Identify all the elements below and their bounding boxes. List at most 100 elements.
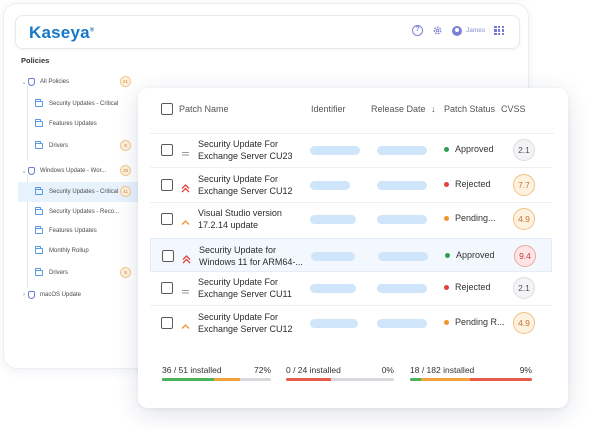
- tree-item-all-policies[interactable]: ⌄ All Policies 21: [20, 72, 138, 92]
- tree-item-windows-update[interactable]: ⌄ Windows Update - Wor... 29: [20, 161, 138, 181]
- patch-name[interactable]: Visual Studio version 17.2.14 update: [198, 208, 310, 231]
- table-row[interactable]: Security Update for Windows 11 for ARM64-…: [150, 238, 552, 272]
- row-checkbox[interactable]: [162, 250, 174, 262]
- install-progress-1: [162, 378, 271, 381]
- tree-item-drivers[interactable]: Drivers 9: [35, 136, 138, 156]
- status-dot-icon: [444, 181, 449, 187]
- count-badge: 41: [120, 186, 131, 197]
- select-all-checkbox[interactable]: [161, 103, 173, 115]
- patch-name-line-1: Visual Studio version: [198, 208, 282, 218]
- status-dot-icon: [444, 215, 449, 221]
- identifier-placeholder: [310, 146, 360, 155]
- user-name: James: [465, 27, 486, 34]
- tree-item-monthly-rollup[interactable]: Monthly Rollup: [35, 241, 138, 261]
- identifier-placeholder: [310, 284, 356, 293]
- release-date-placeholder: [377, 215, 427, 224]
- tree-item-features-updates[interactable]: Features Updates: [35, 114, 138, 134]
- patch-status: Rejected: [444, 179, 491, 189]
- patch-name-line-1: Security Update For: [198, 312, 279, 322]
- patch-name-line-1: Security Update For: [198, 174, 279, 184]
- table-row[interactable]: Security Update For Exchange Server CU12 P…: [150, 306, 552, 340]
- count-badge: 29: [120, 165, 131, 176]
- patch-status-label: Rejected: [455, 179, 491, 189]
- patch-name[interactable]: Security Update For Exchange Server CU11: [198, 277, 310, 300]
- tree-item-drivers-2[interactable]: Drivers 9: [35, 263, 138, 283]
- patch-name[interactable]: Security Update for Windows 11 for ARM64-…: [199, 245, 311, 268]
- help-icon[interactable]: ?: [411, 25, 423, 36]
- tree-item-security-recommended[interactable]: Security Updates - Reco...: [35, 202, 138, 222]
- tree-item-security-critical[interactable]: Security Updates - Critical: [35, 94, 138, 114]
- folder-icon: [35, 207, 43, 215]
- patch-name-line-2: Exchange Server CU23: [198, 150, 293, 161]
- patch-status: Approved: [444, 144, 494, 154]
- table-row[interactable]: Security Update For Exchange Server CU23 A…: [150, 133, 552, 167]
- row-checkbox[interactable]: [161, 317, 173, 329]
- priority-high-icon: [181, 180, 190, 198]
- table-row[interactable]: Visual Studio version 17.2.14 update Pendi…: [150, 202, 552, 236]
- install-percent-1: 72%: [253, 365, 271, 375]
- patch-status-label: Approved: [456, 250, 495, 260]
- shield-icon: [28, 167, 35, 175]
- folder-icon: [35, 141, 43, 149]
- tree-item-features-updates-2[interactable]: Features Updates: [35, 221, 138, 241]
- patch-table-card: Patch Name Identifier Release Date ↓ Pat…: [138, 88, 568, 408]
- table-row[interactable]: Security Update For Exchange Server CU11 R…: [150, 271, 552, 305]
- install-percent-2: 0%: [381, 365, 394, 375]
- tree-item-label: macOS Update: [40, 292, 82, 298]
- tree-item-label: Windows Update - Wor...: [40, 168, 107, 174]
- patch-status: Pending R...: [444, 317, 505, 327]
- tree-item-label: Drivers: [49, 143, 68, 149]
- status-dot-icon: [444, 284, 449, 290]
- row-checkbox[interactable]: [161, 282, 173, 294]
- top-bar: Kaseya® ? James: [15, 15, 520, 49]
- patch-name[interactable]: Security Update For Exchange Server CU12: [198, 174, 310, 197]
- release-date-placeholder: [377, 146, 427, 155]
- column-header-patch-status[interactable]: Patch Status: [444, 104, 495, 114]
- release-date-placeholder: [378, 252, 428, 261]
- policies-heading: Policies: [21, 56, 50, 65]
- install-summary-2: 0 / 24 installed: [286, 365, 341, 375]
- count-badge: 9: [120, 140, 131, 151]
- column-header-release-date[interactable]: Release Date ↓: [371, 104, 436, 114]
- patch-name-line-1: Security Update For: [198, 277, 279, 287]
- chevron-right-icon[interactable]: ›: [20, 292, 28, 298]
- count-badge: 21: [120, 76, 131, 87]
- tree-item-security-critical-selected[interactable]: Security Updates - Critical 41: [18, 182, 138, 202]
- tree-item-label: Security Updates - Critical: [49, 101, 119, 107]
- install-percent-3: 9%: [519, 365, 532, 375]
- chevron-down-icon[interactable]: ⌄: [20, 168, 28, 175]
- row-checkbox[interactable]: [161, 144, 173, 156]
- table-row[interactable]: Security Update For Exchange Server CU12 R…: [150, 168, 552, 202]
- patch-name-line-2: 17.2.14 update: [198, 219, 259, 230]
- column-header-patch-name[interactable]: Patch Name: [179, 104, 229, 114]
- apps-grid-icon[interactable]: [494, 25, 504, 36]
- cvss-badge: 4.9: [513, 208, 535, 230]
- patch-name-line-2: Exchange Server CU11: [198, 288, 292, 299]
- patch-name[interactable]: Security Update For Exchange Server CU12: [198, 312, 310, 335]
- column-header-cvss[interactable]: CVSS: [501, 104, 526, 114]
- shield-icon: [28, 78, 35, 86]
- priority-medium-icon: [181, 283, 190, 301]
- patch-name[interactable]: Security Update For Exchange Server CU23: [198, 139, 310, 162]
- release-date-placeholder: [377, 181, 427, 190]
- identifier-placeholder: [310, 319, 358, 328]
- progress-pending: [420, 378, 470, 381]
- release-date-label: Release Date: [371, 104, 426, 114]
- priority-medium-icon: [181, 145, 190, 163]
- sort-down-icon: ↓: [431, 104, 436, 114]
- chevron-down-icon[interactable]: ⌄: [20, 79, 28, 86]
- folder-icon: [35, 187, 43, 195]
- tree-item-macos-update[interactable]: › macOS Update: [20, 285, 138, 305]
- tree-item-label: Drivers: [49, 270, 68, 276]
- kaseya-logo[interactable]: Kaseya®: [29, 23, 94, 43]
- release-date-placeholder: [377, 319, 427, 328]
- progress-rejected: [469, 378, 532, 381]
- user-menu[interactable]: James: [451, 25, 486, 36]
- gear-icon[interactable]: [432, 25, 443, 36]
- tree-item-label: Monthly Rollup: [49, 248, 89, 254]
- cvss-badge: 7.7: [513, 174, 535, 196]
- row-checkbox[interactable]: [161, 179, 173, 191]
- tree-item-label: Features Updates: [49, 121, 97, 127]
- row-checkbox[interactable]: [161, 213, 173, 225]
- column-header-identifier[interactable]: Identifier: [311, 104, 346, 114]
